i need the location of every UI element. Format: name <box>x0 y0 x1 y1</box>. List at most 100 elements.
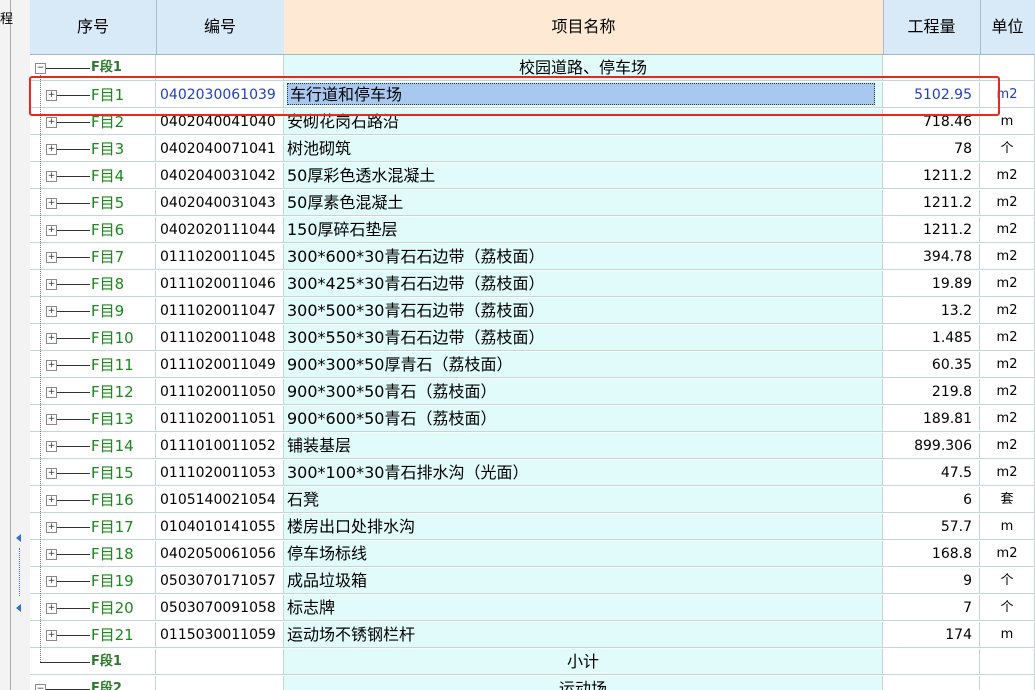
name-cell[interactable]: 树池砌筑 <box>284 136 883 162</box>
code-cell[interactable]: 0104010141055 <box>156 514 284 540</box>
item-row[interactable]: + F目10 0111020011048 300*550*30青石石边带（荔枝面） 1.… <box>30 325 1035 352</box>
name-cell[interactable]: 50厚彩色透水混凝土 <box>284 163 883 189</box>
item-row[interactable]: + F目1 0402030061039 车行道和停车场 5102.95 m2 <box>30 82 1035 109</box>
panel-divider[interactable] <box>10 0 11 690</box>
name-cell[interactable]: 900*600*50青石（荔枝面） <box>284 406 883 432</box>
collapse-arrow-icon[interactable] <box>16 534 21 542</box>
code-cell[interactable]: 0111020011049 <box>156 352 284 378</box>
qty-cell[interactable]: 1211.2 <box>883 163 980 189</box>
seq-cell[interactable]: + F目15 <box>30 460 156 486</box>
unit-cell[interactable]: m2 <box>980 379 1035 405</box>
qty-cell[interactable]: 219.8 <box>883 379 980 405</box>
seq-cell[interactable]: − F段2 <box>30 676 156 690</box>
qty-cell[interactable]: 718.46 <box>883 109 980 135</box>
col-header-seq[interactable]: 序号 <box>30 0 157 54</box>
code-cell[interactable]: 0111020011046 <box>156 271 284 297</box>
seq-cell[interactable]: + F目17 <box>30 514 156 540</box>
name-cell[interactable]: 楼房出口处排水沟 <box>284 514 883 540</box>
item-row[interactable]: + F目5 0402040031043 50厚素色混凝土 1211.2 m2 <box>30 190 1035 217</box>
name-cell[interactable]: 300*425*30青石石边带（荔枝面） <box>284 271 883 297</box>
item-row[interactable]: + F目8 0111020011046 300*425*30青石石边带（荔枝面） 19.… <box>30 271 1035 298</box>
seq-cell[interactable]: + F目18 <box>30 541 156 567</box>
item-row[interactable]: + F目9 0111020011047 300*500*30青石石边带（荔枝面） 13.… <box>30 298 1035 325</box>
qty-cell[interactable]: 174 <box>883 622 980 648</box>
item-row[interactable]: + F目12 0111020011050 900*300*50青石（荔枝面） 219.8… <box>30 379 1035 406</box>
item-row[interactable]: + F目13 0111020011051 900*600*50青石（荔枝面） 189.8… <box>30 406 1035 433</box>
name-cell[interactable]: 成品垃圾箱 <box>284 568 883 594</box>
code-cell[interactable]: 0111010011052 <box>156 433 284 459</box>
unit-cell[interactable]: m2 <box>980 325 1035 351</box>
name-cell[interactable]: 300*500*30青石石边带（荔枝面） <box>284 298 883 324</box>
seq-cell[interactable]: + F目19 <box>30 568 156 594</box>
seq-cell[interactable]: + F目13 <box>30 406 156 432</box>
qty-cell[interactable]: 7 <box>883 595 980 621</box>
expand-icon[interactable]: + <box>46 306 57 317</box>
expand-icon[interactable]: + <box>46 414 57 425</box>
code-cell[interactable] <box>156 649 284 675</box>
item-row[interactable]: + F目15 0111020011053 300*100*30青石排水沟（光面） 47.… <box>30 460 1035 487</box>
col-header-unit[interactable]: 单位 <box>980 0 1035 54</box>
unit-cell[interactable]: m2 <box>980 298 1035 324</box>
col-header-code[interactable]: 编号 <box>156 0 285 54</box>
seq-cell[interactable]: + F目3 <box>30 136 156 162</box>
expand-icon[interactable]: + <box>46 576 57 587</box>
expand-icon[interactable]: + <box>46 522 57 533</box>
unit-cell[interactable]: m2 <box>980 541 1035 567</box>
segment-row[interactable]: − F段1 校园道路、停车场 <box>30 55 1035 82</box>
name-cell[interactable]: 300*550*30青石石边带（荔枝面） <box>284 325 883 351</box>
name-cell[interactable]: 300*600*30青石石边带（荔枝面） <box>284 244 883 270</box>
unit-cell[interactable]: m <box>980 622 1035 648</box>
collapse-icon[interactable]: − <box>35 684 46 690</box>
seq-cell[interactable]: + F目14 <box>30 433 156 459</box>
unit-cell[interactable]: m2 <box>980 433 1035 459</box>
seq-cell[interactable]: + F目2 <box>30 109 156 135</box>
code-cell[interactable]: 0115030011059 <box>156 622 284 648</box>
name-cell[interactable]: 150厚碎石垫层 <box>284 217 883 243</box>
seq-cell[interactable]: + F目8 <box>30 271 156 297</box>
qty-cell[interactable]: 9 <box>883 568 980 594</box>
code-cell[interactable]: 0111020011050 <box>156 379 284 405</box>
segment-row[interactable]: − F段2 运动场 <box>30 676 1035 690</box>
unit-cell[interactable]: m2 <box>980 82 1035 108</box>
qty-cell[interactable]: 19.89 <box>883 271 980 297</box>
name-cell[interactable]: 安砌花岗石路沿 <box>284 109 883 135</box>
unit-cell[interactable]: m2 <box>980 406 1035 432</box>
qty-cell[interactable]: 78 <box>883 136 980 162</box>
expand-icon[interactable]: + <box>46 360 57 371</box>
qty-cell[interactable]: 6 <box>883 487 980 513</box>
qty-cell[interactable]: 60.35 <box>883 352 980 378</box>
qty-cell[interactable] <box>883 55 980 81</box>
unit-cell[interactable] <box>980 55 1035 81</box>
code-cell[interactable] <box>156 55 284 81</box>
qty-cell[interactable]: 5102.95 <box>883 82 980 108</box>
unit-cell[interactable]: m2 <box>980 244 1035 270</box>
name-cell[interactable]: 900*300*50厚青石（荔枝面） <box>284 352 883 378</box>
code-cell[interactable]: 0402040041040 <box>156 109 284 135</box>
unit-cell[interactable]: m2 <box>980 217 1035 243</box>
name-cell[interactable]: 900*300*50青石（荔枝面） <box>284 379 883 405</box>
item-row[interactable]: + F目14 0111010011052 铺装基层 899.306 m2 <box>30 433 1035 460</box>
code-cell[interactable]: 0111020011053 <box>156 460 284 486</box>
qty-cell[interactable]: 394.78 <box>883 244 980 270</box>
code-cell[interactable]: 0402040031042 <box>156 163 284 189</box>
item-row[interactable]: + F目4 0402040031042 50厚彩色透水混凝土 1211.2 m2 <box>30 163 1035 190</box>
col-header-name[interactable]: 项目名称 <box>284 0 884 54</box>
name-cell[interactable]: 校园道路、停车场 <box>284 55 883 81</box>
expand-icon[interactable]: + <box>46 603 57 614</box>
seq-cell[interactable]: + F目4 <box>30 163 156 189</box>
name-cell[interactable]: 停车场标线 <box>284 541 883 567</box>
qty-cell[interactable]: 1211.2 <box>883 190 980 216</box>
seq-cell[interactable]: + F目12 <box>30 379 156 405</box>
expand-icon[interactable]: + <box>46 171 57 182</box>
item-row[interactable]: + F目20 0503070091058 标志牌 7 个 <box>30 595 1035 622</box>
item-row[interactable]: + F目19 0503070171057 成品垃圾箱 9 个 <box>30 568 1035 595</box>
code-cell[interactable]: 0503070171057 <box>156 568 284 594</box>
qty-cell[interactable]: 1211.2 <box>883 217 980 243</box>
expand-icon[interactable]: + <box>46 468 57 479</box>
name-cell[interactable]: 石凳 <box>284 487 883 513</box>
name-cell[interactable]: 运动场 <box>284 676 883 690</box>
qty-cell[interactable]: 168.8 <box>883 541 980 567</box>
seq-cell[interactable]: − F段1 <box>30 55 156 81</box>
name-cell[interactable]: 300*100*30青石排水沟（光面） <box>284 460 883 486</box>
name-cell-editor[interactable]: 车行道和停车场 <box>287 83 875 105</box>
